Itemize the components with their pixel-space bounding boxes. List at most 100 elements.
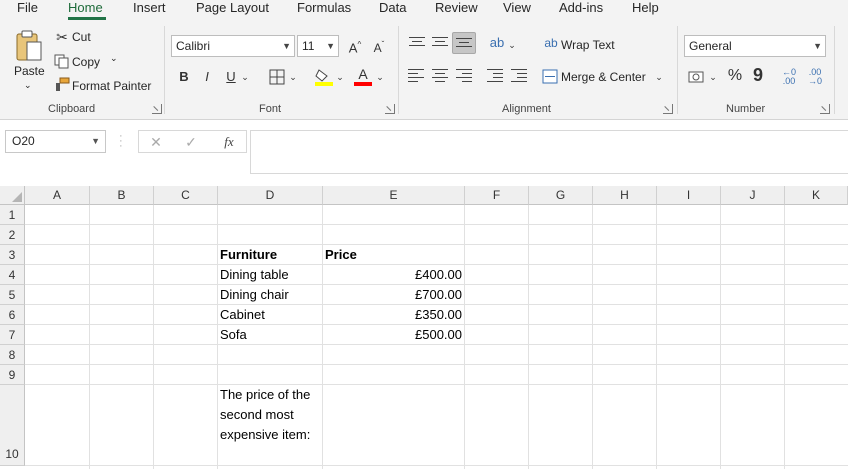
orientation-icon[interactable]: ab [487,35,507,51]
tab-insert[interactable]: Insert [133,0,166,22]
comma-style-button[interactable]: 9 [752,66,764,84]
cancel-icon[interactable]: ✕ [149,134,163,150]
column-header-c[interactable]: C [154,186,218,205]
column-header-f[interactable]: F [465,186,529,205]
column-header-d[interactable]: D [218,186,323,205]
row-header-6[interactable]: 6 [0,305,25,325]
accounting-dropdown-icon[interactable]: ⌄ [708,69,718,85]
row-header-9[interactable]: 9 [0,365,25,385]
top-align-icon[interactable] [409,37,425,51]
format-painter-icon[interactable] [54,77,70,92]
align-right-icon[interactable] [456,69,472,83]
column-header-j[interactable]: J [721,186,785,205]
wrap-text-button[interactable]: Wrap Text [561,38,615,52]
name-box[interactable]: O20 ▼ [5,130,106,153]
cell-d4[interactable]: Dining table [220,265,289,285]
underline-button[interactable]: U [224,69,238,85]
gridline [25,224,848,225]
column-header-e[interactable]: E [323,186,465,205]
increase-decimal-icon[interactable]: ←0.00 [779,68,799,86]
cell-e7[interactable]: £500.00 [325,325,462,345]
merge-dropdown-icon[interactable]: ⌄ [654,69,664,85]
spreadsheet-grid[interactable]: A B C D E F G H I J K 1 2 3 4 5 6 7 8 9 … [0,186,848,469]
column-header-b[interactable]: B [90,186,154,205]
copy-icon[interactable] [54,54,69,69]
tab-review[interactable]: Review [435,0,478,22]
column-header-k[interactable]: K [785,186,848,205]
column-header-i[interactable]: I [657,186,721,205]
increase-indent-icon[interactable] [511,69,527,83]
row-header-2[interactable]: 2 [0,225,25,245]
cell-d10[interactable]: The price of the second most expensive i… [220,385,322,445]
cut-icon[interactable]: ✂ [55,29,69,45]
cell-e4[interactable]: £400.00 [325,265,462,285]
row-header-1[interactable]: 1 [0,205,25,225]
decrease-decimal-icon[interactable]: .00 →0 [805,68,825,86]
italic-button[interactable]: I [200,69,214,85]
tab-page-layout[interactable]: Page Layout [196,0,269,22]
tab-formulas[interactable]: Formulas [297,0,351,22]
increase-font-size-icon[interactable]: A^ [345,37,365,56]
font-color-icon[interactable]: A [354,66,372,86]
enter-icon[interactable]: ✓ [184,134,198,150]
wrap-text-icon[interactable]: ab [543,35,559,51]
cell-d7[interactable]: Sofa [220,325,247,345]
merge-center-button[interactable]: Merge & Center [561,70,646,84]
column-header-g[interactable]: G [529,186,593,205]
fill-color-icon[interactable] [314,67,334,87]
row-header-10[interactable]: 10 [0,385,25,466]
row-header-3[interactable]: 3 [0,245,25,265]
accounting-format-icon[interactable] [688,70,704,84]
row-header-5[interactable]: 5 [0,285,25,305]
borders-icon[interactable] [269,69,285,85]
column-header-a[interactable]: A [25,186,90,205]
percent-button[interactable]: % [726,68,744,84]
middle-align-icon[interactable] [432,37,448,51]
tab-file[interactable]: File [17,0,38,22]
font-size-select[interactable]: 11 ▼ [297,35,339,57]
tab-data[interactable]: Data [379,0,406,22]
gridline [25,465,848,466]
cell-e3-header[interactable]: Price [325,245,357,265]
bottom-align-icon[interactable] [456,38,472,52]
bold-button[interactable]: B [177,69,191,85]
align-left-icon[interactable] [408,69,424,83]
insert-function-button[interactable]: fx [219,134,239,150]
tab-help[interactable]: Help [632,0,659,22]
tab-view[interactable]: View [503,0,531,22]
row-header-7[interactable]: 7 [0,325,25,345]
paste-dropdown-icon[interactable]: ⌄ [24,80,32,91]
cell-e6[interactable]: £350.00 [325,305,462,325]
borders-dropdown-icon[interactable]: ⌄ [288,69,298,85]
cut-button[interactable]: Cut [72,30,91,44]
select-all-button[interactable] [0,186,25,205]
alignment-launcher-icon[interactable] [663,104,673,114]
cell-d3-header[interactable]: Furniture [220,245,277,265]
cell-d6[interactable]: Cabinet [220,305,265,325]
copy-dropdown-icon[interactable]: ⌄ [110,53,118,64]
copy-button[interactable]: Copy [72,55,100,69]
column-header-h[interactable]: H [593,186,657,205]
align-center-icon[interactable] [432,69,448,83]
decrease-indent-icon[interactable] [487,69,503,83]
cell-e5[interactable]: £700.00 [325,285,462,305]
underline-dropdown-icon[interactable]: ⌄ [240,69,250,85]
number-format-select[interactable]: General ▼ [684,35,826,57]
merge-center-icon[interactable] [542,69,558,84]
paste-button[interactable]: Paste ⌄ [12,28,46,90]
clipboard-launcher-icon[interactable] [152,104,162,114]
row-header-4[interactable]: 4 [0,265,25,285]
font-color-dropdown-icon[interactable]: ⌄ [375,69,385,85]
tab-add-ins[interactable]: Add-ins [559,0,603,22]
splitter-icon[interactable]: · · · [119,131,123,152]
decrease-font-size-icon[interactable]: Aˇ [370,37,388,56]
row-header-8[interactable]: 8 [0,345,25,365]
fill-color-dropdown-icon[interactable]: ⌄ [335,69,345,85]
cell-d5[interactable]: Dining chair [220,285,289,305]
font-name-select[interactable]: Calibri ▼ [171,35,295,57]
font-launcher-icon[interactable] [385,104,395,114]
format-painter-button[interactable]: Format Painter [72,79,151,93]
orientation-dropdown-icon[interactable]: ⌄ [507,37,517,53]
number-launcher-icon[interactable] [820,104,830,114]
formula-input[interactable] [250,130,848,174]
